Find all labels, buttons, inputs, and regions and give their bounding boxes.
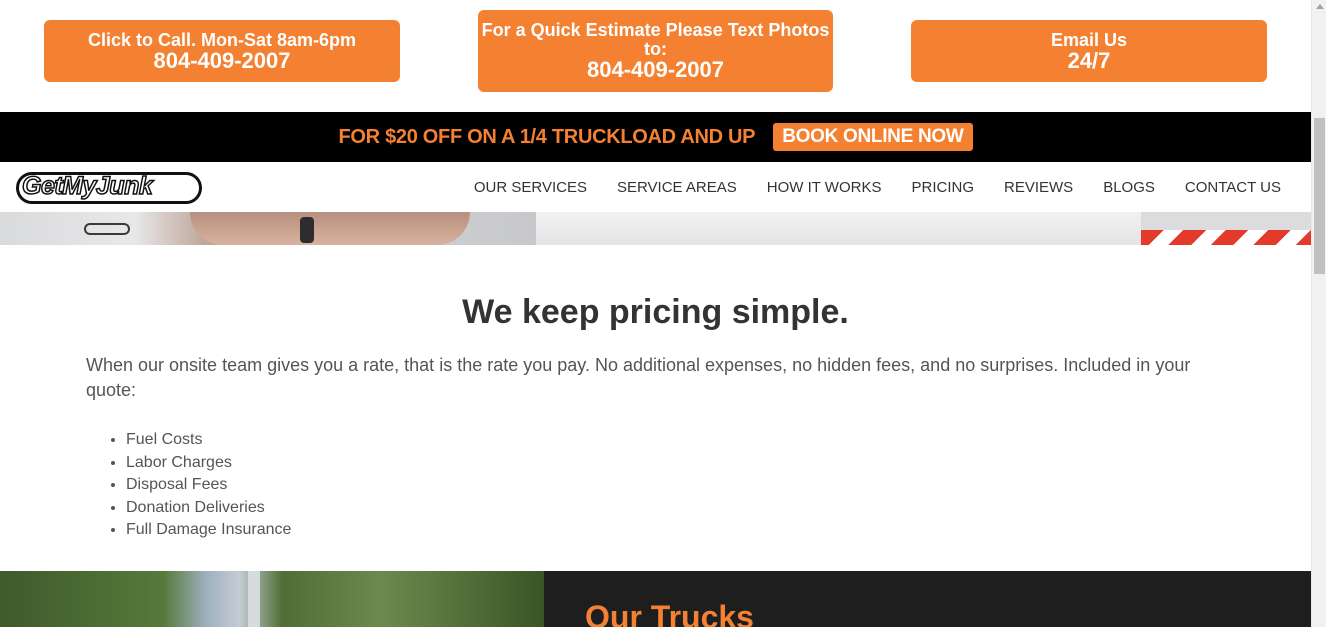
trucks-panel: Our Trucks [544, 571, 1311, 627]
nav-blogs[interactable]: BLOGS [1103, 179, 1155, 196]
list-item: Labor Charges [126, 452, 291, 475]
hero-photo-right [536, 212, 1311, 245]
nav-links: OUR SERVICES SERVICE AREAS HOW IT WORKS … [444, 162, 1281, 212]
text-button-phone: 804-409-2007 [586, 57, 724, 82]
nav-contact-us[interactable]: CONTACT US [1185, 179, 1281, 196]
call-button-label: Click to Call. Mon-Sat 8am-6pm [87, 29, 357, 50]
pricing-included-list: Fuel Costs Labor Charges Disposal Fees D… [126, 429, 291, 542]
email-button-label: Email Us [1050, 29, 1128, 50]
trees-city-photo [0, 571, 544, 627]
email-button-availability: 24/7 [1067, 47, 1111, 73]
book-online-button[interactable]: BOOK ONLINE NOW [773, 123, 973, 151]
click-to-call-button[interactable]: Click to Call. Mon-Sat 8am-6pm 804-409-2… [44, 20, 400, 82]
nav-how-it-works[interactable]: HOW IT WORKS [767, 179, 882, 196]
hero-image-strip [0, 212, 1311, 245]
list-item: Full Damage Insurance [126, 519, 291, 542]
text-button-label: For a Quick Estimate Please Text Photos … [481, 20, 830, 59]
safety-stripe-image [1141, 230, 1311, 245]
promo-text: FOR $20 OFF ON A 1/4 TRUCKLOAD AND UP [338, 125, 756, 148]
building-image [248, 571, 260, 627]
pricing-description: When our onsite team gives you a rate, t… [86, 355, 1191, 400]
trucks-heading: Our Trucks [585, 599, 754, 627]
hero-photo-left [0, 212, 536, 245]
wristband-image [300, 217, 314, 243]
truck-panel-image [1141, 212, 1311, 230]
list-item: Donation Deliveries [126, 497, 291, 520]
page-scrollbar[interactable] [1311, 0, 1326, 627]
trucks-section: Our Trucks [0, 571, 1311, 627]
crossed-arms-image [190, 212, 470, 245]
nav-reviews[interactable]: REVIEWS [1004, 179, 1073, 196]
pricing-section: We keep pricing simple. When our onsite … [0, 245, 1311, 571]
main-nav: GetMyJunk OUR SERVICES SERVICE AREAS HOW… [0, 162, 1311, 212]
scroll-up-arrow-icon[interactable] [1316, 4, 1324, 9]
list-item: Disposal Fees [126, 474, 291, 497]
call-button-phone: 804-409-2007 [153, 47, 291, 73]
nav-pricing[interactable]: PRICING [911, 179, 974, 196]
text-estimate-button[interactable]: For a Quick Estimate Please Text Photos … [478, 10, 833, 92]
promo-banner: FOR $20 OFF ON A 1/4 TRUCKLOAD AND UP BO… [0, 112, 1311, 162]
nav-service-areas[interactable]: SERVICE AREAS [617, 179, 737, 196]
top-contact-bar: Click to Call. Mon-Sat 8am-6pm 804-409-2… [0, 0, 1311, 112]
getmyjunk-logo[interactable]: GetMyJunk [16, 168, 204, 206]
scrollbar-thumb[interactable] [1314, 118, 1325, 274]
truck-emblem [84, 223, 130, 235]
email-us-button[interactable]: Email Us 24/7 [911, 20, 1267, 82]
nav-our-services[interactable]: OUR SERVICES [474, 179, 587, 196]
list-item: Fuel Costs [126, 429, 291, 452]
logo-text: GetMyJunk [21, 171, 153, 201]
pricing-heading: We keep pricing simple. [462, 293, 849, 331]
